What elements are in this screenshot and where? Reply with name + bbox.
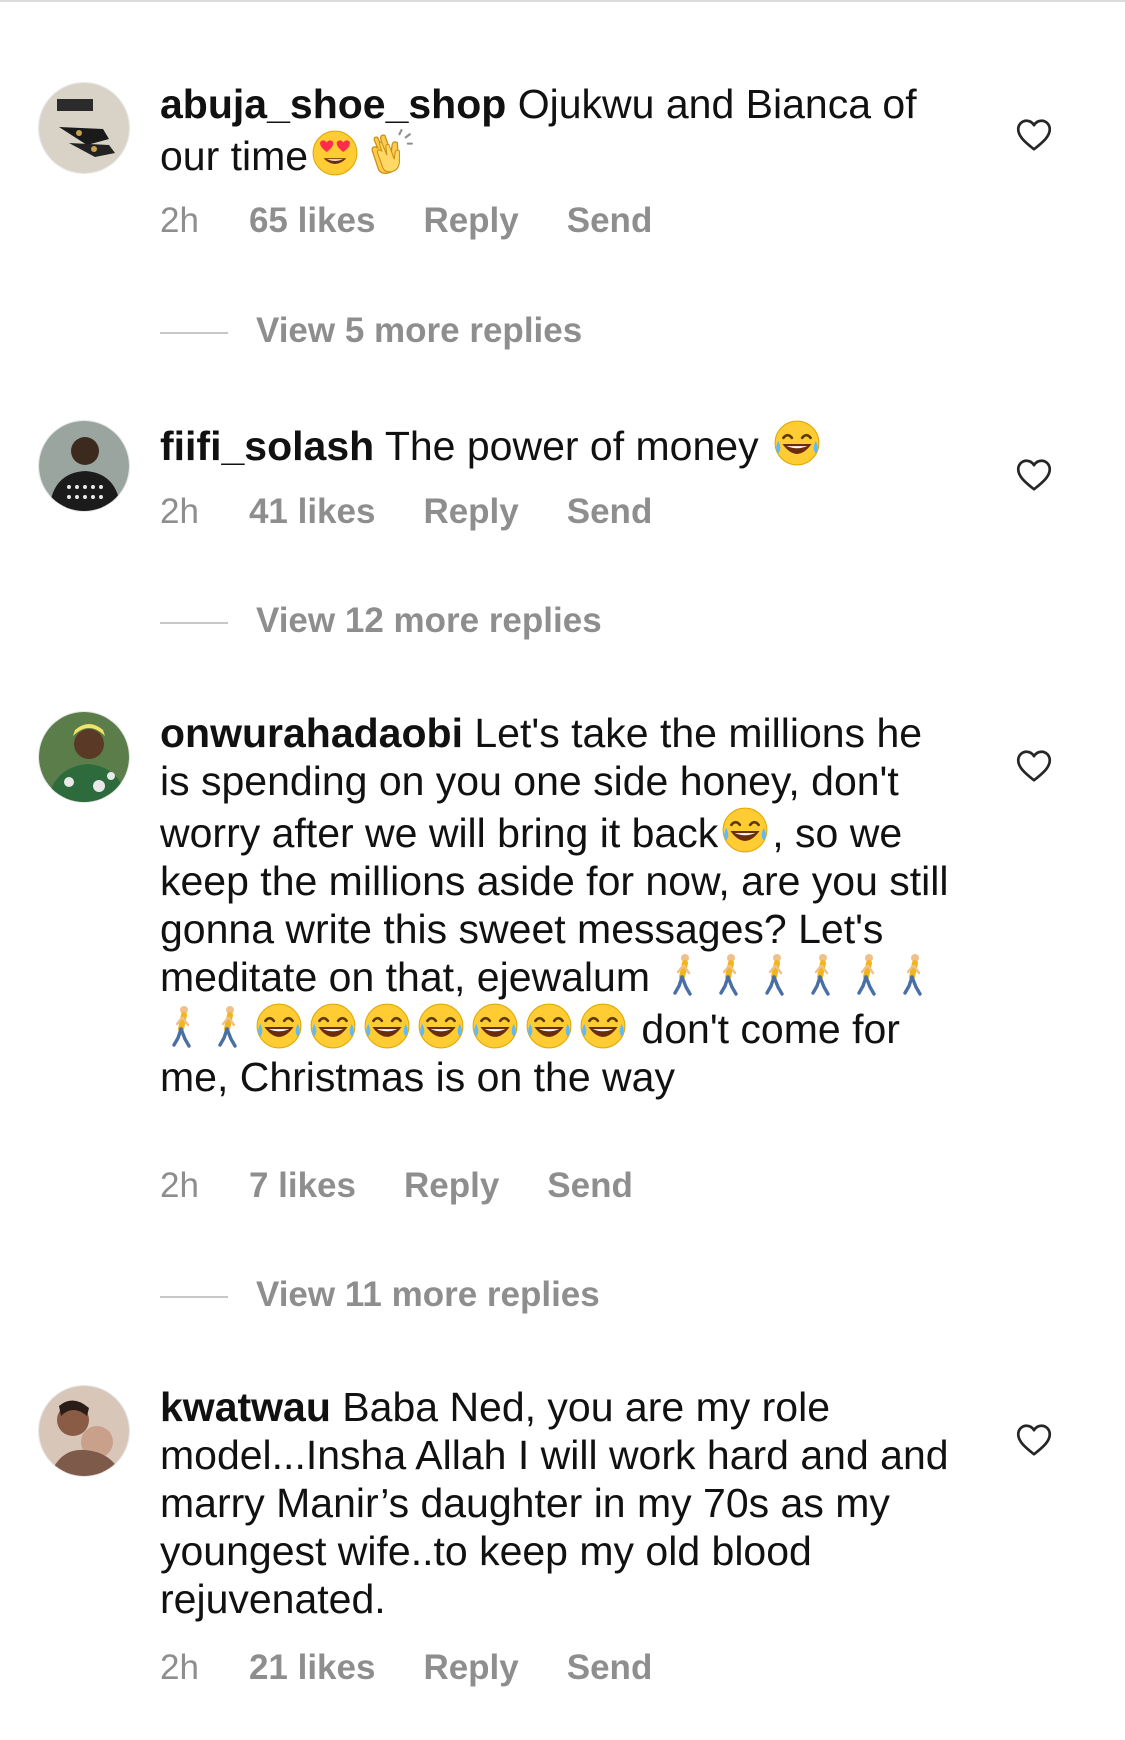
- comment-time: 2h: [160, 1166, 199, 1205]
- comment-text: abuja_shoe_shop Ojukwu and Bianca of our…: [160, 80, 960, 180]
- tears-of-joy-emoji-icon: [254, 1001, 304, 1051]
- avatar[interactable]: [38, 711, 130, 803]
- tears-of-joy-emoji-icon: [524, 1001, 574, 1051]
- comment-text: kwatwau Baba Ned, you are my role model.…: [160, 1383, 960, 1623]
- view-replies-label: View 5 more replies: [256, 311, 583, 350]
- person-walking-emoji-icon: [764, 953, 788, 997]
- comment-time: 2h: [160, 1648, 199, 1687]
- person-walking-emoji-icon: [672, 953, 696, 997]
- tears-of-joy-emoji-icon: [416, 1001, 466, 1051]
- comment-text: onwurahadaobi Let's take the millions he…: [160, 709, 960, 1101]
- top-divider: [0, 0, 1125, 2]
- send-button[interactable]: Send: [567, 201, 653, 240]
- comment-likes[interactable]: 21 likes: [249, 1648, 376, 1687]
- view-replies-button[interactable]: View 12 more replies: [160, 601, 602, 641]
- person-walking-emoji-icon: [718, 953, 742, 997]
- comment-body: The power of money: [384, 423, 759, 469]
- view-replies-label: View 11 more replies: [256, 1275, 600, 1314]
- reply-button[interactable]: Reply: [423, 1648, 518, 1687]
- comment-meta: 2h 21 likes Reply Send: [160, 1648, 700, 1688]
- view-replies-button[interactable]: View 11 more replies: [160, 1275, 600, 1315]
- avatar[interactable]: [38, 82, 130, 174]
- heart-eyes-emoji-icon: [310, 128, 360, 178]
- replies-divider-line: [160, 621, 228, 624]
- comment-username[interactable]: abuja_shoe_shop: [160, 81, 506, 127]
- replies-divider-line: [160, 1295, 228, 1298]
- tears-of-joy-emoji-icon: [362, 1001, 412, 1051]
- avatar[interactable]: [38, 1385, 130, 1477]
- person-walking-emoji-icon: [171, 1005, 195, 1049]
- like-heart-icon[interactable]: [1016, 458, 1052, 492]
- tears-of-joy-emoji-icon: [578, 1001, 628, 1051]
- tears-of-joy-emoji-icon: [308, 1001, 358, 1051]
- comment-time: 2h: [160, 492, 199, 531]
- comment-time: 2h: [160, 201, 199, 240]
- reply-button[interactable]: Reply: [423, 201, 518, 240]
- like-heart-icon[interactable]: [1016, 118, 1052, 152]
- comment-likes[interactable]: 7 likes: [249, 1166, 356, 1205]
- view-replies-button[interactable]: View 5 more replies: [160, 311, 582, 351]
- tears-of-joy-emoji-icon: [470, 1001, 520, 1051]
- reply-button[interactable]: Reply: [404, 1166, 499, 1205]
- person-walking-emoji-icon: [217, 1005, 241, 1049]
- comment-username[interactable]: onwurahadaobi: [160, 710, 463, 756]
- comment-likes[interactable]: 65 likes: [249, 201, 376, 240]
- clapping-hands-emoji-icon: [364, 128, 414, 178]
- send-button[interactable]: Send: [567, 492, 653, 531]
- send-button[interactable]: Send: [567, 1648, 653, 1687]
- comment-meta: 2h 65 likes Reply Send: [160, 201, 700, 241]
- send-button[interactable]: Send: [547, 1166, 633, 1205]
- tears-of-joy-emoji-icon: [720, 805, 770, 855]
- person-walking-emoji-icon: [902, 953, 926, 997]
- view-replies-label: View 12 more replies: [256, 601, 602, 640]
- replies-divider-line: [160, 331, 228, 334]
- comment-username[interactable]: kwatwau: [160, 1384, 331, 1430]
- person-walking-emoji-icon: [810, 953, 834, 997]
- like-heart-icon[interactable]: [1016, 1423, 1052, 1457]
- avatar[interactable]: [38, 420, 130, 512]
- comment-likes[interactable]: 41 likes: [249, 492, 376, 531]
- comment-meta: 2h 41 likes Reply Send: [160, 492, 700, 532]
- comment-text: fiifi_solash The power of money: [160, 418, 960, 470]
- comment-meta: 2h 7 likes Reply Send: [160, 1166, 681, 1206]
- like-heart-icon[interactable]: [1016, 749, 1052, 783]
- reply-button[interactable]: Reply: [423, 492, 518, 531]
- comment-username[interactable]: fiifi_solash: [160, 423, 374, 469]
- tears-of-joy-emoji-icon: [772, 418, 822, 468]
- person-walking-emoji-icon: [856, 953, 880, 997]
